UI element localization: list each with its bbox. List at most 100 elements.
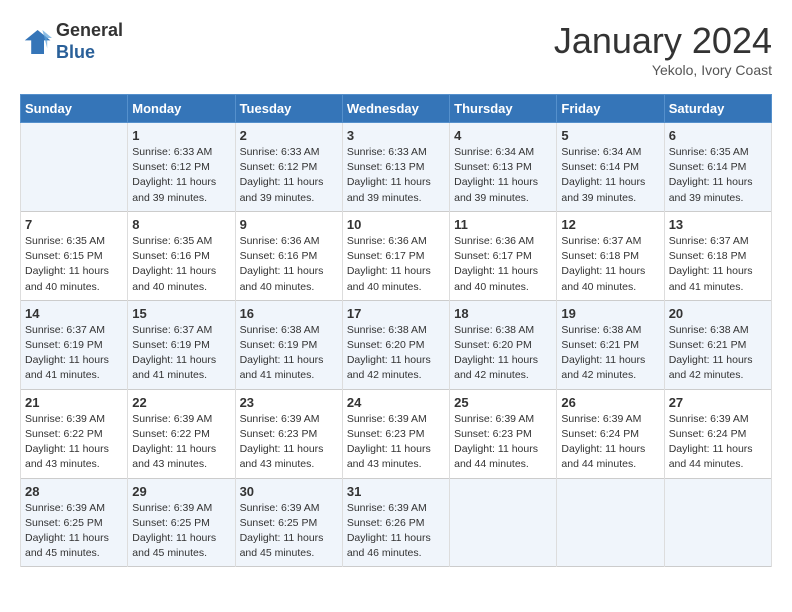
calendar-cell: 29 Sunrise: 6:39 AM Sunset: 6:25 PM Dayli… — [128, 478, 235, 567]
cell-content: Sunrise: 6:33 AM Sunset: 6:12 PM Dayligh… — [132, 145, 230, 206]
page-header: General Blue January 2024 Yekolo, Ivory … — [20, 20, 772, 78]
day-number: 5 — [561, 128, 659, 143]
day-number: 26 — [561, 395, 659, 410]
calendar-cell: 3 Sunrise: 6:33 AM Sunset: 6:13 PM Daylig… — [342, 123, 449, 212]
day-number: 8 — [132, 217, 230, 232]
calendar-cell: 18Sunrise: 6:38 AM Sunset: 6:20 PM Dayli… — [450, 300, 557, 389]
calendar-cell: 1 Sunrise: 6:33 AM Sunset: 6:12 PM Daylig… — [128, 123, 235, 212]
calendar-week-row: 21 Sunrise: 6:39 AM Sunset: 6:22 PM Dayli… — [21, 389, 772, 478]
calendar-cell: 14 Sunrise: 6:37 AM Sunset: 6:19 PM Dayli… — [21, 300, 128, 389]
day-number: 1 — [132, 128, 230, 143]
month-title: January 2024 — [554, 20, 772, 62]
day-number: 10 — [347, 217, 445, 232]
calendar-cell: 16Sunrise: 6:38 AM Sunset: 6:19 PM Dayli… — [235, 300, 342, 389]
calendar-cell: 23 Sunrise: 6:39 AM Sunset: 6:23 PM Dayli… — [235, 389, 342, 478]
calendar-cell: 2Sunrise: 6:33 AM Sunset: 6:12 PM Daylig… — [235, 123, 342, 212]
day-number: 15 — [132, 306, 230, 321]
weekday-header: Monday — [128, 95, 235, 123]
calendar-cell: 24 Sunrise: 6:39 AM Sunset: 6:23 PM Dayli… — [342, 389, 449, 478]
day-number: 30 — [240, 484, 338, 499]
calendar-cell: 28Sunrise: 6:39 AM Sunset: 6:25 PM Dayli… — [21, 478, 128, 567]
day-number: 17 — [347, 306, 445, 321]
day-number: 19 — [561, 306, 659, 321]
day-number: 11 — [454, 217, 552, 232]
day-number: 3 — [347, 128, 445, 143]
calendar-cell — [664, 478, 771, 567]
day-number: 29 — [132, 484, 230, 499]
cell-content: Sunrise: 6:35 AM Sunset: 6:14 PM Dayligh… — [669, 145, 767, 206]
calendar-cell: 17 Sunrise: 6:38 AM Sunset: 6:20 PM Dayli… — [342, 300, 449, 389]
cell-content: Sunrise: 6:35 AM Sunset: 6:16 PM Dayligh… — [132, 234, 230, 295]
day-number: 18 — [454, 306, 552, 321]
cell-content: Sunrise: 6:38 AM Sunset: 6:20 PM Dayligh… — [347, 323, 445, 384]
cell-content: Sunrise: 6:39 AM Sunset: 6:26 PM Dayligh… — [347, 501, 445, 562]
day-number: 9 — [240, 217, 338, 232]
day-number: 27 — [669, 395, 767, 410]
day-number: 13 — [669, 217, 767, 232]
calendar-cell: 26Sunrise: 6:39 AM Sunset: 6:24 PM Dayli… — [557, 389, 664, 478]
calendar-cell: 4 Sunrise: 6:34 AM Sunset: 6:13 PM Daylig… — [450, 123, 557, 212]
day-number: 4 — [454, 128, 552, 143]
calendar-cell — [21, 123, 128, 212]
calendar-week-row: 28Sunrise: 6:39 AM Sunset: 6:25 PM Dayli… — [21, 478, 772, 567]
day-number: 21 — [25, 395, 123, 410]
cell-content: Sunrise: 6:39 AM Sunset: 6:23 PM Dayligh… — [240, 412, 338, 473]
weekday-header: Friday — [557, 95, 664, 123]
cell-content: Sunrise: 6:37 AM Sunset: 6:19 PM Dayligh… — [25, 323, 123, 384]
calendar-header: SundayMondayTuesdayWednesdayThursdayFrid… — [21, 95, 772, 123]
calendar-cell: 27 Sunrise: 6:39 AM Sunset: 6:24 PM Dayli… — [664, 389, 771, 478]
logo-general: General — [56, 20, 123, 40]
cell-content: Sunrise: 6:36 AM Sunset: 6:17 PM Dayligh… — [347, 234, 445, 295]
calendar-cell: 8 Sunrise: 6:35 AM Sunset: 6:16 PM Daylig… — [128, 211, 235, 300]
calendar-week-row: 1 Sunrise: 6:33 AM Sunset: 6:12 PM Daylig… — [21, 123, 772, 212]
cell-content: Sunrise: 6:34 AM Sunset: 6:13 PM Dayligh… — [454, 145, 552, 206]
cell-content: Sunrise: 6:36 AM Sunset: 6:17 PM Dayligh… — [454, 234, 552, 295]
weekday-header: Tuesday — [235, 95, 342, 123]
calendar-week-row: 7Sunrise: 6:35 AM Sunset: 6:15 PM Daylig… — [21, 211, 772, 300]
calendar-cell: 11 Sunrise: 6:36 AM Sunset: 6:17 PM Dayli… — [450, 211, 557, 300]
logo-blue: Blue — [56, 42, 95, 62]
cell-content: Sunrise: 6:34 AM Sunset: 6:14 PM Dayligh… — [561, 145, 659, 206]
calendar-cell: 30Sunrise: 6:39 AM Sunset: 6:25 PM Dayli… — [235, 478, 342, 567]
cell-content: Sunrise: 6:37 AM Sunset: 6:19 PM Dayligh… — [132, 323, 230, 384]
day-number: 24 — [347, 395, 445, 410]
cell-content: Sunrise: 6:39 AM Sunset: 6:25 PM Dayligh… — [132, 501, 230, 562]
calendar-cell — [450, 478, 557, 567]
calendar-cell: 31 Sunrise: 6:39 AM Sunset: 6:26 PM Dayli… — [342, 478, 449, 567]
calendar-cell: 10 Sunrise: 6:36 AM Sunset: 6:17 PM Dayli… — [342, 211, 449, 300]
cell-content: Sunrise: 6:36 AM Sunset: 6:16 PM Dayligh… — [240, 234, 338, 295]
location: Yekolo, Ivory Coast — [554, 62, 772, 78]
cell-content: Sunrise: 6:33 AM Sunset: 6:13 PM Dayligh… — [347, 145, 445, 206]
cell-content: Sunrise: 6:38 AM Sunset: 6:21 PM Dayligh… — [669, 323, 767, 384]
calendar-cell: 22Sunrise: 6:39 AM Sunset: 6:22 PM Dayli… — [128, 389, 235, 478]
day-number: 6 — [669, 128, 767, 143]
cell-content: Sunrise: 6:37 AM Sunset: 6:18 PM Dayligh… — [669, 234, 767, 295]
weekday-header: Thursday — [450, 95, 557, 123]
calendar-cell: 9 Sunrise: 6:36 AM Sunset: 6:16 PM Daylig… — [235, 211, 342, 300]
cell-content: Sunrise: 6:39 AM Sunset: 6:22 PM Dayligh… — [25, 412, 123, 473]
calendar-cell: 25Sunrise: 6:39 AM Sunset: 6:23 PM Dayli… — [450, 389, 557, 478]
day-number: 23 — [240, 395, 338, 410]
weekday-header: Wednesday — [342, 95, 449, 123]
weekday-header: Sunday — [21, 95, 128, 123]
calendar-cell: 5 Sunrise: 6:34 AM Sunset: 6:14 PM Daylig… — [557, 123, 664, 212]
cell-content: Sunrise: 6:39 AM Sunset: 6:23 PM Dayligh… — [347, 412, 445, 473]
day-number: 14 — [25, 306, 123, 321]
day-number: 31 — [347, 484, 445, 499]
cell-content: Sunrise: 6:37 AM Sunset: 6:18 PM Dayligh… — [561, 234, 659, 295]
calendar-cell: 15 Sunrise: 6:37 AM Sunset: 6:19 PM Dayli… — [128, 300, 235, 389]
cell-content: Sunrise: 6:38 AM Sunset: 6:19 PM Dayligh… — [240, 323, 338, 384]
title-block: January 2024 Yekolo, Ivory Coast — [554, 20, 772, 78]
calendar-cell: 7Sunrise: 6:35 AM Sunset: 6:15 PM Daylig… — [21, 211, 128, 300]
calendar-cell: 6 Sunrise: 6:35 AM Sunset: 6:14 PM Daylig… — [664, 123, 771, 212]
cell-content: Sunrise: 6:39 AM Sunset: 6:25 PM Dayligh… — [25, 501, 123, 562]
cell-content: Sunrise: 6:39 AM Sunset: 6:23 PM Dayligh… — [454, 412, 552, 473]
logo-icon — [20, 26, 52, 58]
calendar-cell — [557, 478, 664, 567]
calendar-cell: 19 Sunrise: 6:38 AM Sunset: 6:21 PM Dayli… — [557, 300, 664, 389]
cell-content: Sunrise: 6:39 AM Sunset: 6:24 PM Dayligh… — [669, 412, 767, 473]
calendar-cell: 13 Sunrise: 6:37 AM Sunset: 6:18 PM Dayli… — [664, 211, 771, 300]
logo: General Blue — [20, 20, 123, 63]
calendar-cell: 20Sunrise: 6:38 AM Sunset: 6:21 PM Dayli… — [664, 300, 771, 389]
cell-content: Sunrise: 6:38 AM Sunset: 6:21 PM Dayligh… — [561, 323, 659, 384]
